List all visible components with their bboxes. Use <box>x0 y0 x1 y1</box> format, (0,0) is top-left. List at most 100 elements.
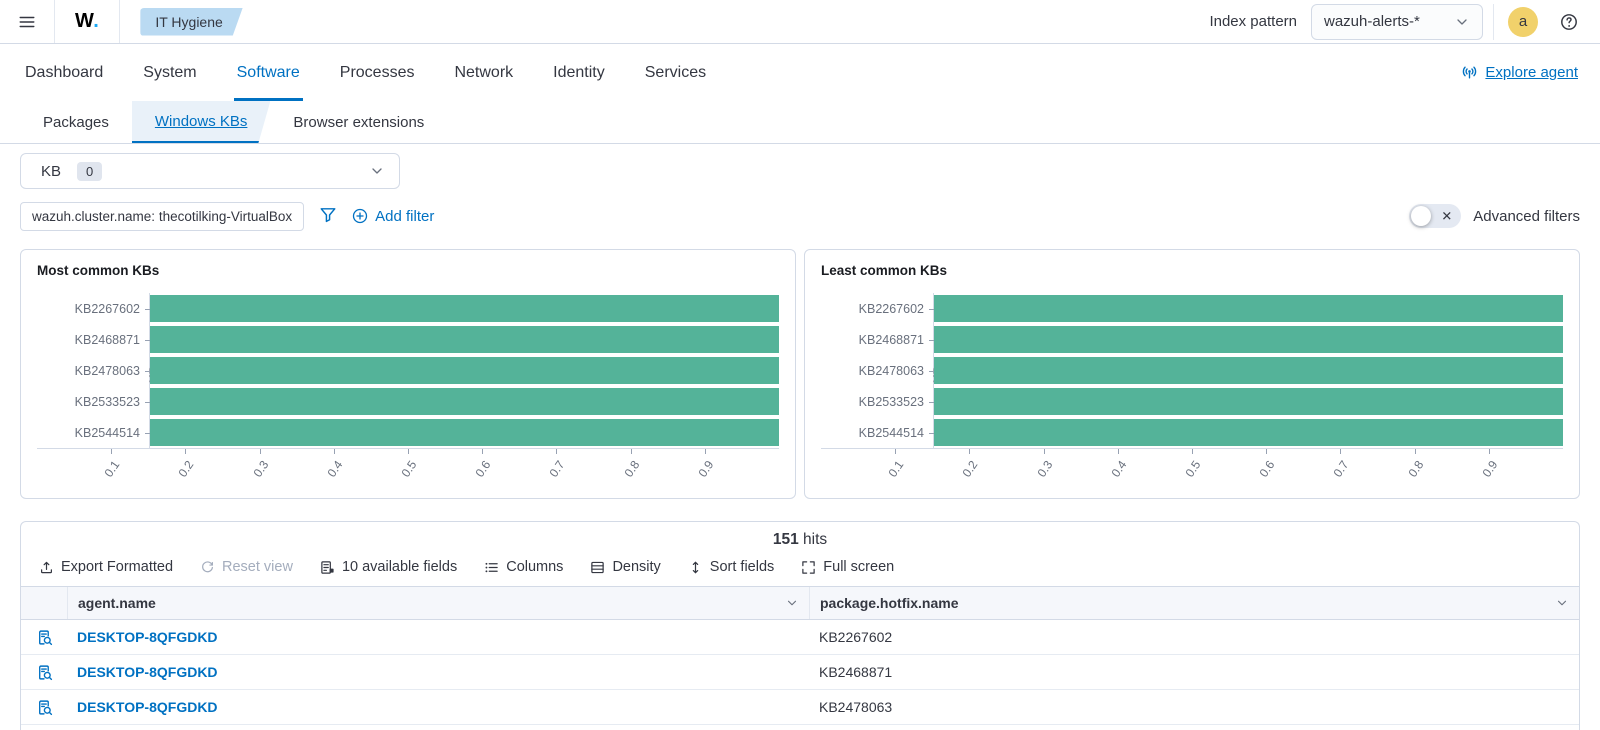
divider <box>119 0 120 43</box>
chart-title: Most common KBs <box>37 263 779 278</box>
x-tick-label: 0.4 <box>1108 458 1129 480</box>
bar-row: KB2468871 <box>150 324 779 355</box>
export-formatted-button[interactable]: Export Formatted <box>39 559 173 575</box>
bar-kb2533523[interactable] <box>150 388 779 415</box>
add-filter-button[interactable]: Add filter <box>352 208 434 225</box>
help-icon <box>1560 13 1578 31</box>
divider <box>54 0 55 43</box>
bar-row: KB2533523 <box>934 386 1563 417</box>
bar-row: KB2468871 <box>934 324 1563 355</box>
explore-agent-link[interactable]: Explore agent <box>1461 44 1578 101</box>
nav-tab-dashboard[interactable]: Dashboard <box>22 44 106 101</box>
x-tick-label: 0.3 <box>1034 458 1055 480</box>
agent-name-link[interactable]: DESKTOP-8QFGDKD <box>77 629 218 645</box>
charts-row: Most common KBs KBs KB2267602KB2468871KB… <box>0 232 1600 499</box>
y-tick <box>929 340 934 341</box>
density-icon <box>590 560 605 575</box>
wazuh-logo[interactable]: W. <box>65 10 109 33</box>
nav-tab-software[interactable]: Software <box>234 44 303 101</box>
bar-kb2544514[interactable] <box>150 419 779 446</box>
fields-icon <box>320 560 335 575</box>
bar-kb2267602[interactable] <box>934 295 1563 322</box>
breadcrumb[interactable]: IT Hygiene <box>140 8 242 36</box>
columns-button[interactable]: Columns <box>484 559 563 575</box>
table-body: DESKTOP-8QFGDKD KB2267602 DESKTOP-8QFGDK… <box>21 620 1579 725</box>
module-tabs: Dashboard System Software Processes Netw… <box>0 44 1600 101</box>
x-axis: 0.10.20.30.40.50.60.70.80.9 <box>37 448 779 489</box>
density-button[interactable]: Density <box>590 559 660 575</box>
filter-icon <box>319 206 337 224</box>
x-tick <box>631 449 632 454</box>
help-button[interactable] <box>1552 5 1586 39</box>
x-tick-label: 0.7 <box>547 458 568 480</box>
fullscreen-icon <box>801 560 816 575</box>
column-header-agent-name[interactable]: agent.name <box>67 587 809 619</box>
agent-name-link[interactable]: DESKTOP-8QFGDKD <box>77 699 218 715</box>
nav-tab-network[interactable]: Network <box>451 44 516 101</box>
table-header: agent.name package.hotfix.name <box>21 586 1579 620</box>
x-tick <box>1489 449 1490 454</box>
agent-name-link[interactable]: DESKTOP-8QFGDKD <box>77 664 218 680</box>
menu-button[interactable] <box>10 5 44 39</box>
y-tick <box>145 340 150 341</box>
sub-tab-windows-kbs[interactable]: Windows KBs <box>132 101 271 143</box>
index-pattern-label: Index pattern <box>1209 13 1297 30</box>
filter-pill[interactable]: wazuh.cluster.name: thecotilking-Virtual… <box>20 202 304 231</box>
x-axis: 0.10.20.30.40.50.60.70.80.9 <box>821 448 1563 489</box>
sort-fields-button[interactable]: Sort fields <box>688 559 774 575</box>
refresh-icon <box>200 560 215 575</box>
bar-kb2468871[interactable] <box>934 326 1563 353</box>
bar-row: KB2267602 <box>150 293 779 324</box>
plot-area: KBs KB2267602KB2468871KB2478063KB2533523… <box>149 293 779 448</box>
kb-count-badge: 0 <box>77 162 102 181</box>
nav-tab-services[interactable]: Services <box>642 44 709 101</box>
broadcast-icon <box>1461 64 1478 81</box>
hotfix-value: KB2478063 <box>819 699 892 715</box>
x-tick <box>334 449 335 454</box>
x-tick <box>969 449 970 454</box>
top-bar: W. IT Hygiene Index pattern wazuh-alerts… <box>0 0 1600 44</box>
y-tick <box>929 309 934 310</box>
expand-document-button[interactable] <box>36 629 53 646</box>
nav-tab-system[interactable]: System <box>140 44 199 101</box>
y-tick <box>145 371 150 372</box>
10-available-fields-button[interactable]: 10 available fields <box>320 559 457 575</box>
expand-document-button[interactable] <box>36 699 53 716</box>
x-tick-label: 0.8 <box>621 458 642 480</box>
x-tick <box>185 449 186 454</box>
menu-icon <box>18 13 36 31</box>
filter-funnel-button[interactable] <box>319 206 337 227</box>
nav-tab-processes[interactable]: Processes <box>337 44 418 101</box>
x-tick <box>482 449 483 454</box>
bar-kb2468871[interactable] <box>150 326 779 353</box>
x-tick-label: 0.4 <box>324 458 345 480</box>
bar-kb2478063[interactable] <box>934 357 1563 384</box>
x-tick-label: 0.6 <box>1257 458 1278 480</box>
nav-tab-identity[interactable]: Identity <box>550 44 608 101</box>
full-screen-button[interactable]: Full screen <box>801 559 894 575</box>
expand-document-button[interactable] <box>36 664 53 681</box>
hits-count: 151 <box>773 531 799 548</box>
x-tick-label: 0.9 <box>695 458 716 480</box>
bar-kb2478063[interactable] <box>150 357 779 384</box>
column-header-package-hotfix-name[interactable]: package.hotfix.name <box>809 587 1579 619</box>
bar-row: KB2533523 <box>150 386 779 417</box>
user-avatar[interactable]: a <box>1508 7 1538 37</box>
hotfix-value: KB2267602 <box>819 629 892 645</box>
x-tick <box>1192 449 1193 454</box>
index-pattern-select[interactable]: wazuh-alerts-* <box>1311 4 1483 40</box>
results-panel: 151 hits Export Formatted Reset view 10 … <box>20 521 1580 730</box>
bar-kb2544514[interactable] <box>934 419 1563 446</box>
bar-kb2533523[interactable] <box>934 388 1563 415</box>
sub-tab-browser-extensions[interactable]: Browser extensions <box>270 101 447 143</box>
x-tick <box>705 449 706 454</box>
bar-kb2267602[interactable] <box>150 295 779 322</box>
advanced-filters-toggle[interactable]: ✕ <box>1409 204 1461 228</box>
sub-tab-packages[interactable]: Packages <box>20 101 132 143</box>
kb-filter-select[interactable]: KB 0 <box>20 153 400 189</box>
x-tick-label: 0.5 <box>1182 458 1203 480</box>
y-tick <box>929 402 934 403</box>
bar-row: KB2544514 <box>934 417 1563 448</box>
app-root: W. IT Hygiene Index pattern wazuh-alerts… <box>0 0 1600 730</box>
x-tick <box>1044 449 1045 454</box>
